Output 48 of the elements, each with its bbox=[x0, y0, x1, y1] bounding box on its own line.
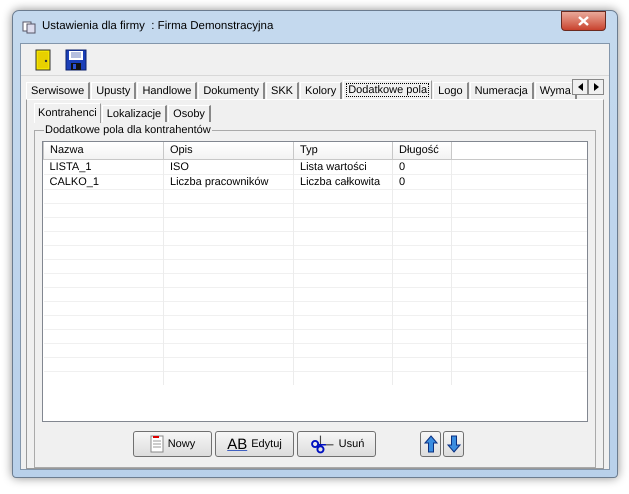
close-icon bbox=[578, 16, 589, 26]
scissors-icon bbox=[308, 434, 335, 454]
tab[interactable]: Numeracja bbox=[470, 82, 534, 99]
column-header[interactable]: Nazwa bbox=[44, 142, 164, 159]
new-button[interactable]: Nowy bbox=[133, 431, 212, 457]
column-header[interactable]: Typ bbox=[294, 142, 392, 159]
close-button[interactable] bbox=[561, 11, 606, 31]
tab[interactable]: Serwisowe bbox=[26, 82, 90, 99]
tab[interactable]: Upusty bbox=[91, 82, 136, 99]
edit-button[interactable]: AB Edytuj bbox=[215, 431, 294, 457]
tab[interactable]: Dokumenty bbox=[198, 82, 265, 99]
group-title: Dodatkowe pola dla kontrahentów bbox=[44, 124, 212, 137]
table-cell: LISTA_1 bbox=[44, 159, 164, 174]
move-down-button[interactable] bbox=[443, 431, 464, 457]
right-arrow-icon bbox=[594, 83, 598, 91]
move-up-button[interactable] bbox=[420, 431, 441, 457]
table-cell: Liczba pracowników bbox=[164, 174, 294, 189]
tab[interactable]: SKK bbox=[266, 82, 300, 99]
subtab[interactable]: Kontrahenci bbox=[34, 103, 101, 123]
left-arrow-icon bbox=[578, 83, 582, 91]
document-icon bbox=[150, 435, 164, 453]
window-title: Ustawienia dla firmy : Firma Demonstracyjna bbox=[42, 19, 274, 34]
subtab[interactable]: Osoby bbox=[168, 105, 211, 122]
save-icon bbox=[65, 48, 87, 70]
table-cell: 0 bbox=[392, 174, 452, 189]
tab[interactable]: Dodatkowe pola bbox=[343, 80, 432, 99]
door-icon bbox=[35, 48, 51, 70]
table-cell: Liczba całkowita bbox=[294, 174, 392, 189]
window-icon bbox=[22, 20, 36, 34]
tab[interactable]: Wyma bbox=[534, 82, 577, 99]
column-header[interactable]: Długość bbox=[392, 142, 452, 159]
down-arrow-icon bbox=[446, 435, 460, 453]
table-cell: 0 bbox=[392, 159, 452, 174]
tab[interactable]: Kolory bbox=[300, 82, 342, 99]
tab[interactable]: Handlowe bbox=[137, 82, 198, 99]
subtab[interactable]: Lokalizacje bbox=[102, 105, 168, 122]
delete-button[interactable]: Usuń bbox=[297, 431, 376, 457]
table-cell: CALKO_1 bbox=[44, 174, 164, 189]
tab[interactable]: Logo bbox=[433, 82, 469, 99]
tab-scroll-right-button[interactable] bbox=[588, 79, 604, 95]
table-cell: Lista wartości bbox=[294, 159, 392, 174]
column-header[interactable]: Opis bbox=[164, 142, 294, 159]
tab-scroll-left-button[interactable] bbox=[572, 79, 588, 95]
exit-button[interactable] bbox=[35, 48, 51, 70]
ab-letters-icon: AB bbox=[227, 436, 248, 452]
up-arrow-icon bbox=[424, 435, 438, 453]
table-cell: ISO bbox=[164, 159, 294, 174]
save-button[interactable] bbox=[65, 48, 87, 70]
